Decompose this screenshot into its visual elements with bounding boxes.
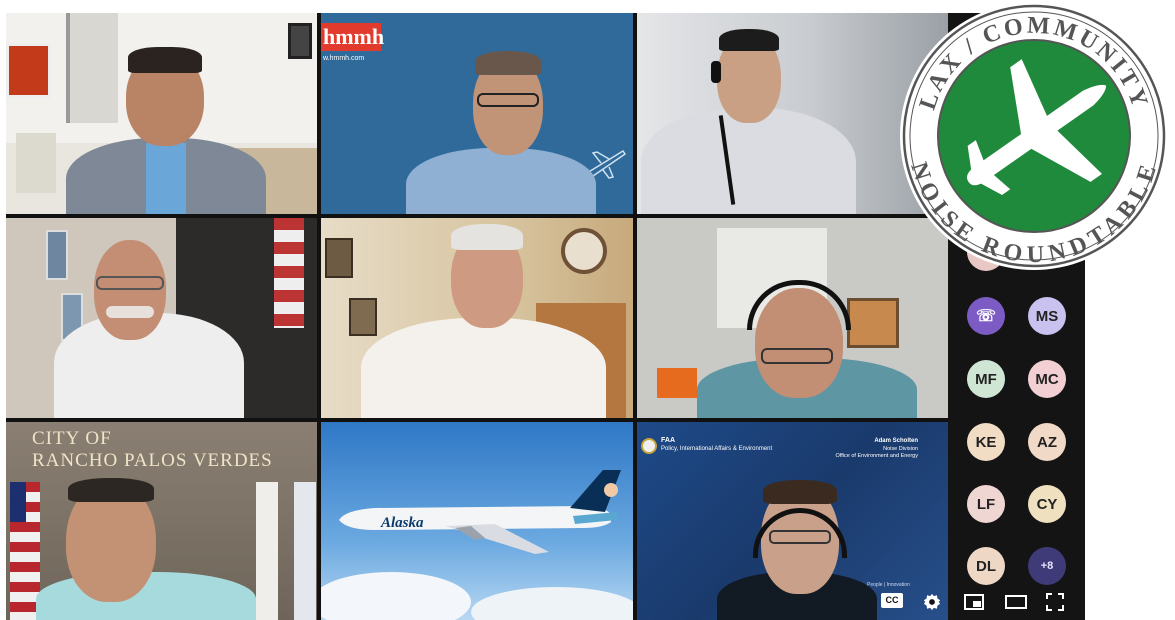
- speaker-name: Adam Scholten: [874, 438, 918, 444]
- participant-initials: CY: [1036, 495, 1058, 513]
- participant-initials: MC: [1035, 370, 1059, 388]
- video-tile-older-man[interactable]: [6, 218, 317, 418]
- participant-avatar[interactable]: ☏: [967, 297, 1005, 335]
- wall-clock-icon: [561, 228, 607, 274]
- participant-avatar[interactable]: KE: [967, 423, 1005, 461]
- video-tile-faa-presenter[interactable]: FAA Policy, International Affairs & Envi…: [637, 422, 948, 620]
- participant-avatar[interactable]: MF: [967, 360, 1005, 398]
- participant-avatar[interactable]: CY: [1028, 485, 1066, 523]
- participant-avatar[interactable]: MC: [1028, 360, 1066, 398]
- wall-frame: [325, 238, 353, 278]
- headset-icon: [711, 61, 721, 83]
- video-tile-office-man[interactable]: [6, 13, 317, 214]
- poster: [16, 133, 56, 193]
- framed-certificate: [288, 23, 312, 59]
- video-tile-alaska-airplane[interactable]: Alaska: [321, 422, 633, 620]
- california-flag: [256, 482, 278, 620]
- faa-office-title: Policy, International Affairs & Environm…: [661, 446, 773, 452]
- fullscreen-icon: [1046, 593, 1064, 611]
- slide-footer: People | Innovation: [867, 582, 910, 588]
- captions-button[interactable]: CC: [880, 592, 904, 608]
- person-hair: [451, 224, 523, 250]
- person-head: [94, 240, 166, 340]
- miniplayer-button[interactable]: [962, 591, 986, 613]
- person-hair: [68, 478, 154, 502]
- wall-picture: [46, 230, 68, 280]
- lax-community-noise-roundtable-logo: LAX / COMMUNITY NOISE ROUNDTABLE: [900, 2, 1168, 270]
- participant-avatar[interactable]: DL: [967, 547, 1005, 585]
- miniplayer-icon: [964, 594, 984, 610]
- eyeglasses: [761, 348, 833, 364]
- city-name-line-2: RANCHO PALOS VERDES: [32, 450, 273, 471]
- flag: [274, 218, 304, 328]
- video-tile-hmmh[interactable]: hmmh w.hmmh.com: [321, 13, 633, 214]
- speaker-office: Office of Environment and Energy: [835, 453, 918, 459]
- participant-overflow-count: +8: [1040, 560, 1054, 572]
- theater-icon: [1005, 595, 1027, 609]
- participant-avatar[interactable]: MS: [1028, 297, 1066, 335]
- orange-object: [657, 368, 697, 398]
- person-shirt: [406, 148, 596, 214]
- person-shirt: [641, 108, 856, 214]
- hmmh-logo: hmmh: [321, 23, 385, 51]
- captions-icon: CC: [881, 592, 903, 608]
- wall-frame: [349, 298, 377, 336]
- eyeglasses: [96, 276, 164, 290]
- person-shirt: [146, 143, 186, 214]
- mustache: [106, 306, 154, 318]
- settings-icon: [923, 593, 941, 611]
- person-hair: [475, 51, 541, 75]
- framed-picture: [847, 298, 899, 348]
- participant-initials: LF: [976, 495, 996, 513]
- person-hair: [128, 47, 202, 73]
- participant-initials: DL: [976, 557, 996, 575]
- participant-initials: MS: [1035, 307, 1059, 325]
- more-participants-badge[interactable]: +8: [1028, 547, 1066, 585]
- person-shirt: [361, 318, 606, 418]
- video-tile-rancho-palos-verdes[interactable]: CITY OF RANCHO PALOS VERDES: [6, 422, 317, 620]
- wall-photo: [6, 43, 51, 98]
- participant-initials: KE: [975, 433, 997, 451]
- city-flag: [294, 482, 316, 620]
- video-tile-white-haired-man[interactable]: [321, 218, 633, 418]
- hmmh-url: w.hmmh.com: [323, 55, 365, 62]
- us-flag-canton: [10, 482, 26, 522]
- participant-avatar[interactable]: LF: [967, 485, 1005, 523]
- settings-button[interactable]: [920, 590, 944, 614]
- fullscreen-button[interactable]: [1043, 591, 1067, 613]
- person-hair: [763, 480, 837, 504]
- participant-icon: ☏: [975, 308, 996, 325]
- participant-initials: AZ: [1037, 433, 1057, 451]
- eyeglasses: [477, 93, 539, 107]
- participant-initials: MF: [975, 370, 997, 388]
- airline-livery-text: Alaska: [381, 515, 424, 531]
- participant-video-grid: hmmh w.hmmh.com CITY OF RANCHO PALOS VER…: [6, 13, 948, 620]
- city-name-line-1: CITY OF: [32, 428, 112, 449]
- window-blinds: [66, 13, 118, 123]
- faa-seal-icon: [641, 438, 657, 454]
- video-stage: hmmh w.hmmh.com CITY OF RANCHO PALOS VER…: [0, 0, 1175, 620]
- participant-avatar[interactable]: AZ: [1028, 423, 1066, 461]
- person-hair: [719, 29, 779, 51]
- faa-agency: FAA: [661, 437, 675, 444]
- theater-mode-button[interactable]: [1003, 591, 1029, 613]
- speaker-division: Noise Division: [883, 446, 918, 452]
- alaska-airplane-image: [339, 470, 621, 554]
- eyeglasses: [769, 530, 831, 544]
